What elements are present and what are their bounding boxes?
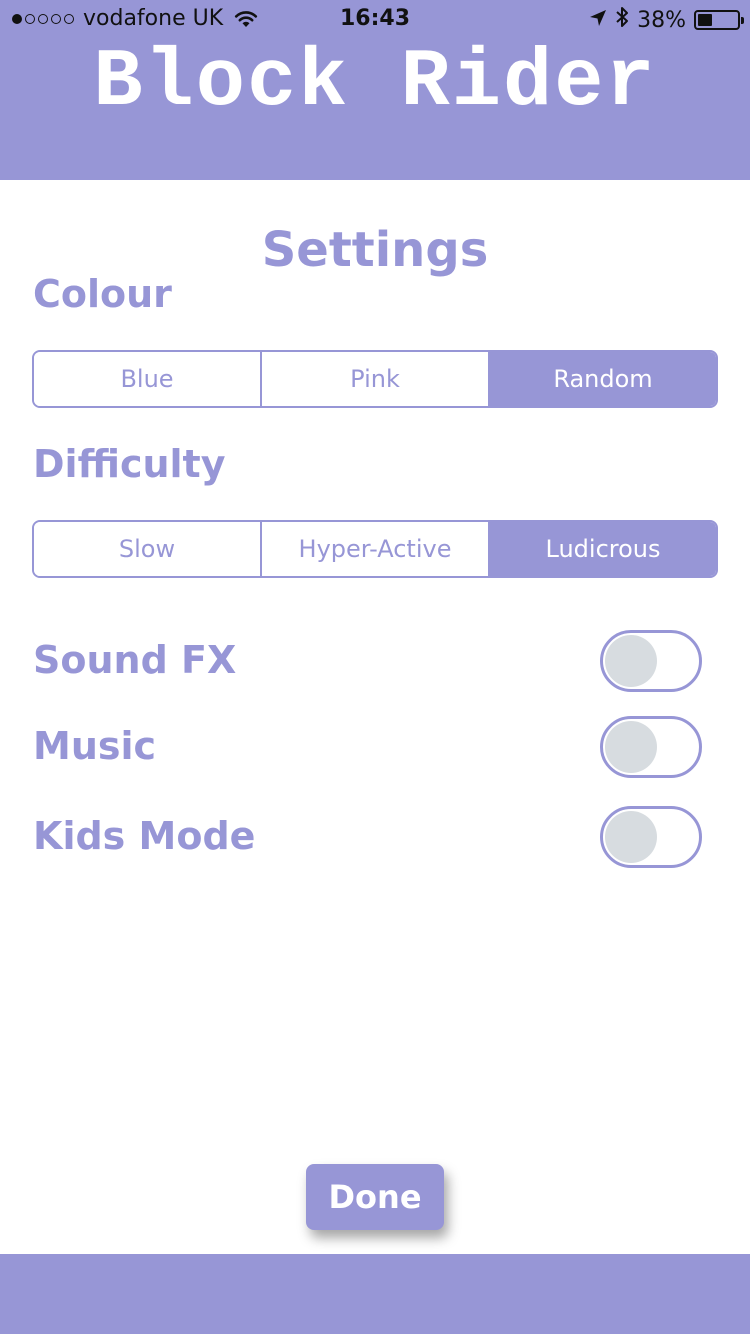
kids-mode-toggle[interactable] bbox=[600, 806, 702, 868]
battery-tip bbox=[741, 17, 744, 24]
kids-mode-label: Kids Mode bbox=[33, 814, 256, 858]
battery-percent: 38% bbox=[637, 7, 686, 33]
colour-option-blue[interactable]: Blue bbox=[34, 352, 262, 406]
bluetooth-icon bbox=[615, 6, 629, 34]
colour-option-pink[interactable]: Pink bbox=[262, 352, 490, 406]
location-arrow-icon bbox=[589, 8, 607, 33]
done-button[interactable]: Done bbox=[306, 1164, 444, 1230]
battery-icon bbox=[694, 10, 744, 30]
music-label: Music bbox=[33, 724, 157, 768]
settings-title: Settings bbox=[261, 222, 489, 278]
toggle-knob bbox=[605, 811, 657, 863]
toggle-knob bbox=[605, 721, 657, 773]
colour-label: Colour bbox=[33, 272, 172, 316]
status-right: 38% bbox=[581, 6, 744, 34]
toggle-knob bbox=[605, 635, 657, 687]
difficulty-option-ludicrous[interactable]: Ludicrous bbox=[490, 522, 716, 576]
difficulty-label: Difficulty bbox=[33, 442, 226, 486]
colour-option-random[interactable]: Random bbox=[490, 352, 716, 406]
music-toggle[interactable] bbox=[600, 716, 702, 778]
difficulty-segmented-control: Slow Hyper-Active Ludicrous bbox=[32, 520, 718, 578]
footer-bar bbox=[0, 1254, 750, 1334]
status-bar: vodafone UK 16:43 38% bbox=[0, 0, 750, 40]
app-title: Block Rider bbox=[93, 36, 657, 129]
sound-fx-toggle[interactable] bbox=[600, 630, 702, 692]
header-bar: vodafone UK 16:43 38% Block Rider bbox=[0, 0, 750, 180]
sound-fx-label: Sound FX bbox=[33, 638, 237, 682]
difficulty-option-slow[interactable]: Slow bbox=[34, 522, 262, 576]
battery-fill bbox=[698, 14, 712, 26]
difficulty-option-hyper-active[interactable]: Hyper-Active bbox=[262, 522, 490, 576]
colour-segmented-control: Blue Pink Random bbox=[32, 350, 718, 408]
